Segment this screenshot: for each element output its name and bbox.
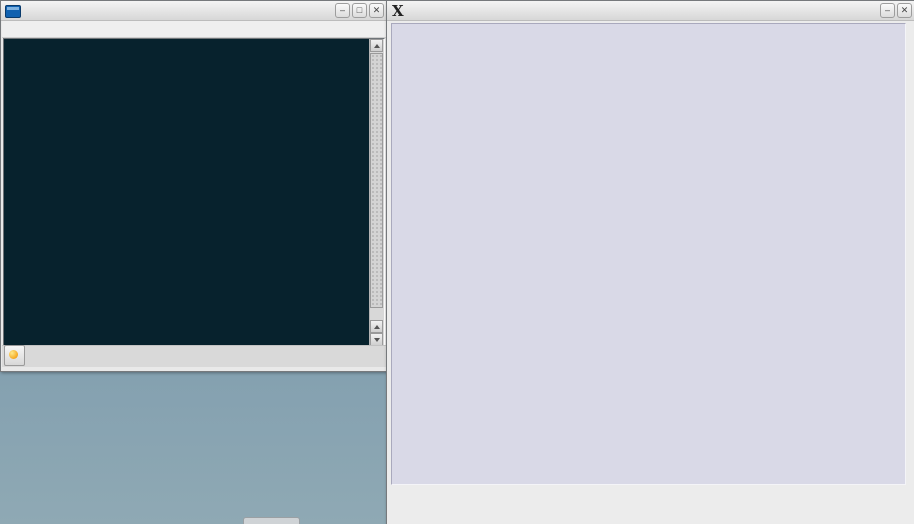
scroll-up-icon[interactable] [370, 39, 383, 52]
maximize-button[interactable]: □ [352, 3, 367, 18]
desktop: – □ ✕ X – ✕ [0, 0, 914, 524]
terminal-area[interactable] [3, 38, 385, 347]
new-session-button[interactable] [4, 345, 25, 366]
konsole-menubar [2, 21, 386, 38]
figure-svg [392, 24, 905, 484]
konsole-tabbar [2, 345, 386, 367]
close-button[interactable]: ✕ [897, 3, 912, 18]
asaplot-window: X – ✕ [386, 0, 914, 524]
asaplot-titlebar[interactable]: X – ✕ [387, 1, 914, 21]
terminal-app-icon [5, 5, 21, 18]
minimize-button[interactable]: – [880, 3, 895, 18]
terminal-text [8, 41, 366, 346]
plot-canvas[interactable] [391, 23, 906, 485]
konsole-titlebar[interactable]: – □ ✕ [1, 1, 387, 21]
konsole-window: – □ ✕ [0, 0, 388, 372]
scrollbar-thumb[interactable] [370, 53, 383, 308]
close-button[interactable]: ✕ [369, 3, 384, 18]
minimize-button[interactable]: – [335, 3, 350, 18]
terminal-scrollbar[interactable] [369, 39, 384, 346]
x11-app-icon: X [392, 2, 404, 20]
scroll-up-icon[interactable] [370, 320, 383, 333]
panel-hide-button[interactable] [243, 517, 300, 524]
